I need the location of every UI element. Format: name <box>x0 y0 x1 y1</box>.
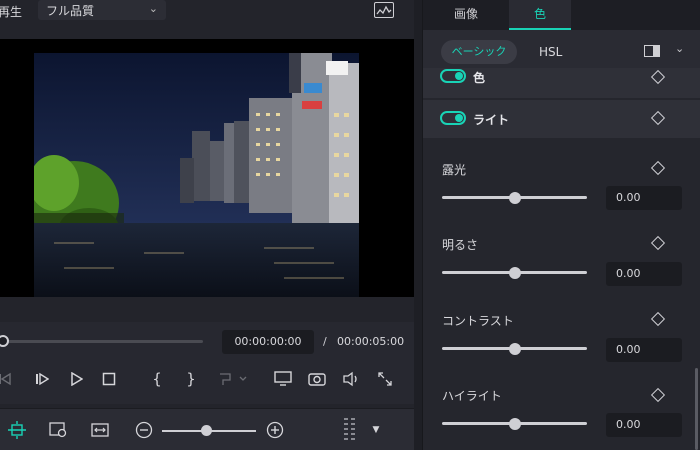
marker-icon[interactable] <box>216 368 250 390</box>
playback-label: 再生 <box>0 5 23 19</box>
properties-panel: 画像 色 ベーシック HSL ⌄ 色 ライト 露光 0.00 明るさ 0.00 … <box>422 0 700 450</box>
mark-in-icon[interactable]: { <box>146 368 168 390</box>
expand-icon[interactable] <box>374 368 396 390</box>
zoom-in-icon[interactable] <box>265 420 285 440</box>
time-separator: / <box>323 335 327 348</box>
speaker-icon[interactable] <box>340 368 362 390</box>
keyframe-diamond-icon[interactable] <box>650 387 666 403</box>
exposure-value[interactable]: 0.00 <box>606 186 682 210</box>
player-area: 再生 フル品質 ⌄ 00:00:00:00 / 00:00:05:00 {} … <box>0 0 414 450</box>
step-back-icon[interactable] <box>0 368 16 390</box>
exposure-label: 露光 <box>442 163 467 177</box>
chevron-down-icon: ⌄ <box>148 2 158 15</box>
grid-dots-icon[interactable] <box>341 418 359 440</box>
ai-detect-icon[interactable] <box>6 420 28 440</box>
quality-dropdown[interactable]: フル品質 ⌄ <box>38 0 166 20</box>
color-toggle[interactable] <box>440 69 466 83</box>
brightness-value[interactable]: 0.00 <box>606 262 682 286</box>
highlights-value[interactable]: 0.00 <box>606 413 682 437</box>
play-icon[interactable] <box>65 368 87 390</box>
chevron-down-icon[interactable]: ⌄ <box>675 42 684 55</box>
tab-color[interactable]: 色 <box>509 0 571 30</box>
monitor-icon[interactable] <box>272 368 294 390</box>
tab-image[interactable]: 画像 <box>423 0 509 30</box>
light-toggle[interactable] <box>440 111 466 125</box>
step-forward-icon[interactable] <box>31 368 53 390</box>
caret-down-icon[interactable]: ▼ <box>369 420 383 440</box>
total-duration: 00:00:05:00 <box>337 335 405 348</box>
keyframe-diamond-icon[interactable] <box>650 235 666 251</box>
preview-render-icon[interactable] <box>47 420 69 440</box>
subtab-basic[interactable]: ベーシック <box>441 40 517 64</box>
mark-out-icon[interactable]: } <box>180 368 202 390</box>
camera-icon[interactable] <box>306 368 328 390</box>
current-timecode[interactable]: 00:00:00:00 <box>222 330 314 354</box>
quality-value: フル品質 <box>46 4 95 18</box>
zoom-out-icon[interactable] <box>134 420 154 440</box>
contrast-label: コントラスト <box>442 314 514 328</box>
brightness-slider-handle[interactable] <box>508 267 521 279</box>
light-toggle-label: ライト <box>473 113 510 127</box>
stop-icon[interactable] <box>98 368 120 390</box>
color-toggle-label: 色 <box>473 71 486 85</box>
brightness-label: 明るさ <box>442 238 479 252</box>
keyframe-diamond-icon[interactable] <box>650 160 666 176</box>
contrast-value[interactable]: 0.00 <box>606 338 682 362</box>
highlights-label: ハイライト <box>442 389 502 403</box>
seek-bar[interactable] <box>0 340 203 343</box>
zoom-slider-handle[interactable] <box>201 425 212 436</box>
contrast-slider-handle[interactable] <box>508 343 521 355</box>
subtab-hsl[interactable]: HSL <box>539 45 562 59</box>
split-view-icon[interactable] <box>644 45 660 57</box>
fit-timeline-icon[interactable] <box>89 420 111 440</box>
video-viewer[interactable] <box>0 39 414 297</box>
keyframe-diamond-icon[interactable] <box>650 311 666 327</box>
waveform-icon[interactable] <box>374 2 394 18</box>
panel-scrollbar[interactable] <box>695 368 698 450</box>
exposure-slider-handle[interactable] <box>508 192 521 204</box>
highlights-slider-handle[interactable] <box>508 418 521 430</box>
app-root: 再生 フル品質 ⌄ 00:00:00:00 / 00:00:05:00 {} … <box>0 0 700 450</box>
video-frame-night-river-city <box>34 53 359 297</box>
